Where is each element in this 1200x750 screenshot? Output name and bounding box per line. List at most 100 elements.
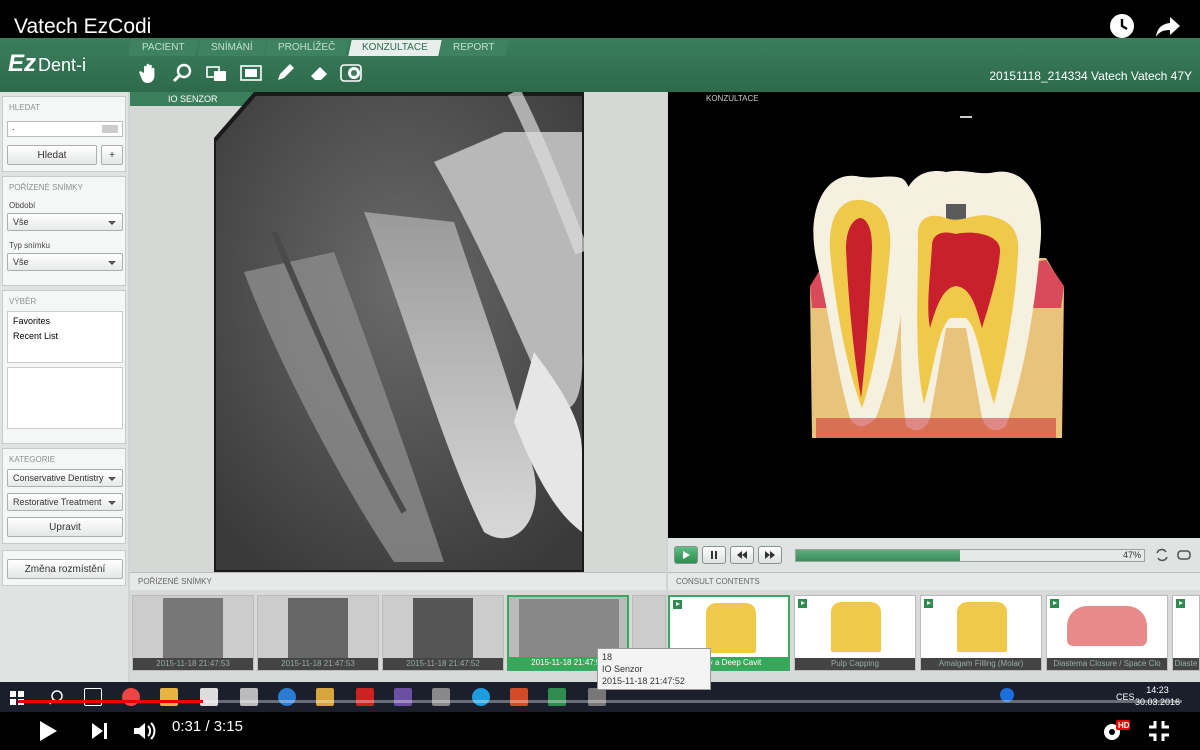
contacts-icon[interactable] <box>316 688 334 706</box>
rewind-icon <box>737 551 747 559</box>
thumbnail-xray <box>288 598 348 658</box>
video-seek-bar[interactable] <box>18 700 1182 703</box>
category-select-1[interactable]: Conservative Dentistry <box>7 469 123 487</box>
skype-icon[interactable] <box>472 688 490 706</box>
watch-later-icon[interactable] <box>1108 12 1136 40</box>
search-panel: HLEDAT . Hledat + <box>2 96 126 172</box>
dental-xray-image[interactable] <box>214 92 584 572</box>
add-button[interactable]: + <box>101 145 123 165</box>
repeat-icon[interactable] <box>1154 547 1170 563</box>
next-icon[interactable] <box>90 721 110 741</box>
pause-button[interactable] <box>702 546 726 564</box>
time-display: 0:31 / 3:15 <box>172 718 243 735</box>
ezdent-taskbar-icon[interactable] <box>548 688 566 706</box>
consult-thumbnail <box>831 602 881 652</box>
type-select[interactable]: Vše <box>7 253 123 271</box>
thumbnail-caption: 2015-11-18 21:47:53 <box>258 658 378 670</box>
play-icon[interactable] <box>38 720 58 742</box>
consult-item[interactable]: Diastema Closure / Space Clo <box>1046 595 1168 671</box>
app-logo: Ez Dent-i <box>8 50 87 77</box>
image-thumbnail[interactable]: 2015-11-18 21:47:52 <box>382 595 504 671</box>
category-select-2[interactable]: Restorative Treatment <box>7 493 123 511</box>
consult-thumbnail <box>706 603 756 653</box>
consult-video-icon[interactable] <box>340 60 366 86</box>
video-progress-bar[interactable] <box>795 549 1145 562</box>
toolbar <box>136 60 366 86</box>
tab-prohlizec[interactable]: PROHLÍŽEČ <box>264 40 350 56</box>
thumbnail-caption: 2015-11-18 21:47:53 <box>133 658 253 670</box>
settings-hd-icon[interactable]: HD <box>1100 718 1130 744</box>
play-button[interactable] <box>674 546 698 564</box>
consult-tag: KONZULTACE <box>706 94 759 103</box>
thumbnail-xray <box>413 598 473 658</box>
paint-icon[interactable] <box>432 688 450 706</box>
consult-item[interactable]: Diaste <box>1172 595 1200 671</box>
play-icon <box>924 599 933 608</box>
play-icon <box>798 599 807 608</box>
pause-icon <box>711 551 717 559</box>
thumbnail-caption: 2015-11-18 21:47:52 <box>383 658 503 670</box>
forward-button[interactable] <box>758 546 782 564</box>
search-button[interactable]: Hledat <box>7 145 97 165</box>
photos-icon[interactable] <box>394 688 412 706</box>
app-taskbar-icon[interactable] <box>588 688 606 706</box>
calculator-icon[interactable] <box>240 688 258 706</box>
image-thumbnail[interactable]: 2015-11-18 21:47:53 <box>257 595 379 671</box>
player-controls: 0:31 / 3:15 HD <box>0 712 1200 750</box>
consult-thumbnail <box>957 602 1007 652</box>
file-explorer-icon[interactable] <box>160 688 178 706</box>
selection-title: VÝBĚR <box>9 297 37 306</box>
taskbar-clock[interactable]: 14:23 30.03.2016 <box>1135 684 1180 708</box>
search-input[interactable]: . <box>7 121 123 137</box>
loop-icon[interactable] <box>1176 547 1192 563</box>
video-progress-percent: 47% <box>1123 550 1142 560</box>
exit-fullscreen-icon[interactable] <box>1148 720 1170 742</box>
svg-text:HD: HD <box>1118 721 1130 730</box>
change-layout-button[interactable]: Změna rozmístění <box>7 559 123 579</box>
eraser-icon[interactable] <box>306 60 332 86</box>
acquired-images-title: POŘÍZENÉ SNÍMKY <box>130 572 666 590</box>
consult-contents-strip: Why a Deep Cavit Pulp Capping Amalgam Fi… <box>668 590 1200 682</box>
filezilla-icon[interactable] <box>356 688 374 706</box>
edge-icon[interactable] <box>278 688 296 706</box>
period-label: Období <box>9 201 36 210</box>
type-label: Typ snímku <box>9 241 50 250</box>
compare-images-icon[interactable] <box>204 60 230 86</box>
consult-video-panel[interactable]: KONZULTACE <box>668 92 1200 538</box>
tab-report[interactable]: REPORT <box>439 40 509 56</box>
video-title[interactable]: Vatech EzCodi <box>14 15 151 39</box>
rewind-button[interactable] <box>730 546 754 564</box>
tab-konzultace[interactable]: KONZULTACE <box>347 40 441 56</box>
volume-icon[interactable] <box>132 720 156 742</box>
category-title: KATEGORIE <box>9 455 56 464</box>
hand-pan-icon[interactable] <box>136 60 162 86</box>
period-select[interactable]: Vše <box>7 213 123 231</box>
tab-pacient[interactable]: PACIENT <box>128 40 199 56</box>
image-view-icon[interactable] <box>238 60 264 86</box>
pen-icon[interactable] <box>272 60 298 86</box>
tooth-cross-section-illustration <box>810 170 1064 438</box>
list-item-favorites[interactable]: Favorites <box>13 314 117 329</box>
xray-viewer[interactable]: IO SENZOR <box>130 92 666 572</box>
image-thumbnail[interactable]: 2015-11-18 21:47:53 <box>132 595 254 671</box>
search-icon[interactable] <box>48 688 66 706</box>
store-icon[interactable] <box>200 688 218 706</box>
consult-caption: Pulp Capping <box>795 658 915 670</box>
consult-item[interactable]: Pulp Capping <box>794 595 916 671</box>
selection-panel: VÝBĚR Favorites Recent List <box>2 290 126 444</box>
seek-played <box>18 700 204 703</box>
powerpoint-icon[interactable] <box>510 688 528 706</box>
zoom-icon[interactable] <box>170 60 196 86</box>
share-icon[interactable] <box>1154 12 1182 40</box>
selection-list: Favorites Recent List <box>7 311 123 363</box>
play-icon <box>683 551 690 559</box>
edit-button[interactable]: Upravit <box>7 517 123 537</box>
consult-item[interactable]: Amalgam Filling (Molar) <box>920 595 1042 671</box>
chrome-icon[interactable] <box>122 688 140 706</box>
tab-snimani[interactable]: SNÍMÁNÍ <box>196 40 266 56</box>
task-view-icon[interactable] <box>84 688 102 706</box>
list-item-recent[interactable]: Recent List <box>13 329 117 344</box>
play-icon <box>1050 599 1059 608</box>
keyboard-icon[interactable] <box>102 125 118 133</box>
video-marker <box>960 116 972 118</box>
